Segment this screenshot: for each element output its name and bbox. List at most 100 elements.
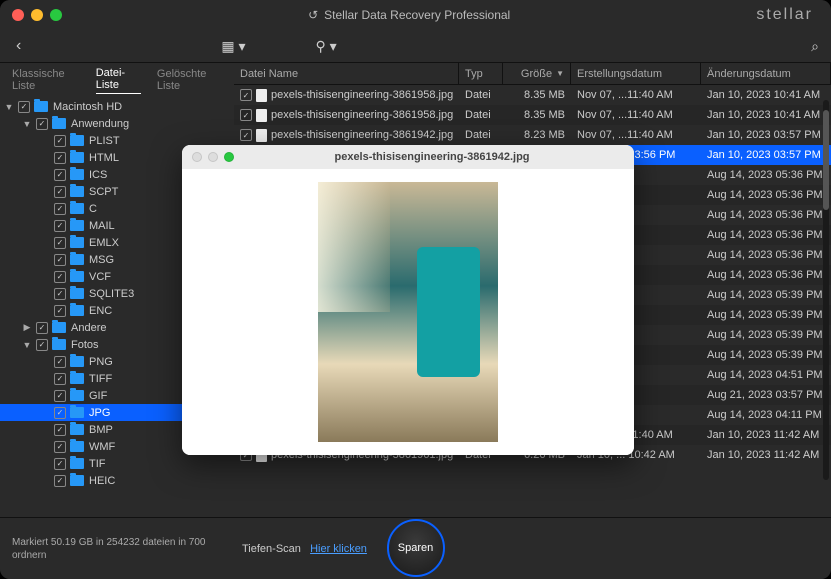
preview-titlebar: pexels-thisisengineering-3861942.jpg: [182, 145, 634, 169]
col-size[interactable]: Größe▼: [503, 63, 571, 84]
file-modified: Aug 14, 2023 05:39 PM: [701, 309, 831, 321]
tab-classic[interactable]: Klassische Liste: [12, 68, 80, 94]
tree-item-heic[interactable]: ✓ HEIC: [0, 472, 234, 489]
tools-icon[interactable]: ⚲ ▾: [315, 38, 336, 55]
checkbox[interactable]: ✓: [54, 356, 66, 368]
checkbox[interactable]: ✓: [36, 118, 48, 130]
expander-icon[interactable]: ▼: [22, 119, 32, 129]
file-name: pexels-thisisengineering-3861942.jpg: [271, 129, 453, 141]
checkbox[interactable]: ✓: [54, 407, 66, 419]
file-modified: Aug 14, 2023 05:36 PM: [701, 169, 831, 181]
preview-close-icon[interactable]: [192, 152, 202, 162]
file-modified: Aug 14, 2023 05:36 PM: [701, 249, 831, 261]
titlebar: ↺ Stellar Data Recovery Professional ste…: [0, 0, 831, 30]
file-type: Datei: [459, 89, 503, 101]
tree-item-tif[interactable]: ✓TIF: [0, 455, 234, 472]
file-size: 8.35 MB: [503, 89, 571, 101]
checkbox[interactable]: ✓: [54, 186, 66, 198]
checkbox[interactable]: ✓: [54, 271, 66, 283]
tab-deleted[interactable]: Gelöschte Liste: [157, 68, 222, 94]
folder-icon: [70, 390, 84, 401]
file-row[interactable]: ✓pexels-thisisengineering-3861958.jpgDat…: [234, 105, 831, 125]
checkbox[interactable]: ✓: [54, 475, 66, 487]
checkbox[interactable]: ✓: [54, 305, 66, 317]
tree-label: TIFF: [89, 373, 112, 385]
folder-icon: [70, 237, 84, 248]
checkbox[interactable]: ✓: [36, 322, 48, 334]
expander-icon[interactable]: ▶: [22, 322, 32, 333]
folder-icon: [70, 169, 84, 180]
checkbox[interactable]: ✓: [54, 390, 66, 402]
tree-label: SCPT: [89, 186, 118, 198]
folder-icon: [52, 339, 66, 350]
col-modified[interactable]: Änderungsdatum: [701, 63, 831, 84]
scrollbar[interactable]: [823, 100, 829, 480]
status-text: Markiert 50.19 GB in 254232 dateien in 7…: [12, 536, 212, 562]
file-modified: Aug 14, 2023 04:51 PM: [701, 369, 831, 381]
expander-icon[interactable]: ▼: [4, 102, 14, 112]
file-row[interactable]: ✓pexels-thisisengineering-3861958.jpgDat…: [234, 85, 831, 105]
file-name: pexels-thisisengineering-3861958.jpg: [271, 109, 453, 121]
grid-view-icon[interactable]: ▦ ▾: [221, 38, 245, 55]
folder-icon: [70, 220, 84, 231]
preview-max-icon[interactable]: [224, 152, 234, 162]
maximize-icon[interactable]: [50, 9, 62, 21]
file-modified: Aug 14, 2023 05:39 PM: [701, 289, 831, 301]
checkbox[interactable]: ✓: [36, 339, 48, 351]
tree-label: HEIC: [89, 475, 115, 487]
checkbox[interactable]: ✓: [54, 203, 66, 215]
preview-title: pexels-thisisengineering-3861942.jpg: [240, 151, 624, 163]
checkbox[interactable]: ✓: [54, 424, 66, 436]
folder-icon: [70, 424, 84, 435]
save-button[interactable]: Sparen: [387, 519, 445, 577]
checkbox[interactable]: ✓: [18, 101, 30, 113]
folder-icon: [70, 305, 84, 316]
file-modified: Aug 14, 2023 05:36 PM: [701, 269, 831, 281]
tab-file[interactable]: Datei-Liste: [96, 67, 141, 94]
preview-min-icon[interactable]: [208, 152, 218, 162]
sort-desc-icon: ▼: [556, 69, 564, 78]
folder-icon: [70, 373, 84, 384]
col-name[interactable]: Datei Name: [234, 63, 459, 84]
checkbox[interactable]: ✓: [54, 152, 66, 164]
tree-item-anwendung[interactable]: ▼ ✓ Anwendung: [0, 115, 234, 132]
col-type[interactable]: Typ: [459, 63, 503, 84]
file-type: Datei: [459, 129, 503, 141]
tree-label: MSG: [89, 254, 114, 266]
brand-logo: stellar: [756, 6, 819, 24]
expander-icon[interactable]: ▼: [22, 340, 32, 350]
checkbox[interactable]: ✓: [54, 441, 66, 453]
checkbox[interactable]: ✓: [54, 169, 66, 181]
folder-icon: [70, 407, 84, 418]
back-icon[interactable]: ‹: [16, 37, 21, 55]
checkbox[interactable]: ✓: [54, 373, 66, 385]
tree-label: Macintosh HD: [53, 101, 122, 113]
checkbox[interactable]: ✓: [54, 288, 66, 300]
checkbox[interactable]: ✓: [240, 89, 252, 101]
tree-label: JPG: [89, 407, 110, 419]
column-headers: Datei Name Typ Größe▼ Erstellungsdatum Ä…: [234, 63, 831, 85]
folder-icon: [70, 254, 84, 265]
checkbox[interactable]: ✓: [240, 129, 252, 141]
col-created[interactable]: Erstellungsdatum: [571, 63, 701, 84]
file-modified: Aug 14, 2023 05:36 PM: [701, 189, 831, 201]
deep-scan-link[interactable]: Hier klicken: [310, 543, 367, 555]
scroll-thumb[interactable]: [823, 110, 829, 210]
tree-item-macintosh-hd[interactable]: ▼ ✓ Macintosh HD: [0, 98, 234, 115]
checkbox[interactable]: ✓: [54, 135, 66, 147]
minimize-icon[interactable]: [31, 9, 43, 21]
app-window: ↺ Stellar Data Recovery Professional ste…: [0, 0, 831, 579]
checkbox[interactable]: ✓: [54, 237, 66, 249]
tree-label: GIF: [89, 390, 107, 402]
checkbox[interactable]: ✓: [54, 220, 66, 232]
search-icon[interactable]: ⌕: [811, 38, 819, 55]
close-icon[interactable]: [12, 9, 24, 21]
tree-label: Anwendung: [71, 118, 129, 130]
checkbox[interactable]: ✓: [240, 109, 252, 121]
file-size: 8.23 MB: [503, 129, 571, 141]
checkbox[interactable]: ✓: [54, 254, 66, 266]
file-row[interactable]: ✓ pexels-thisisengineering-3861942.jpg Dat…: [234, 125, 831, 145]
checkbox[interactable]: ✓: [54, 458, 66, 470]
deep-scan: Tiefen-Scan Hier klicken: [242, 543, 367, 555]
file-modified: Jan 10, 2023 03:57 PM: [701, 129, 831, 141]
